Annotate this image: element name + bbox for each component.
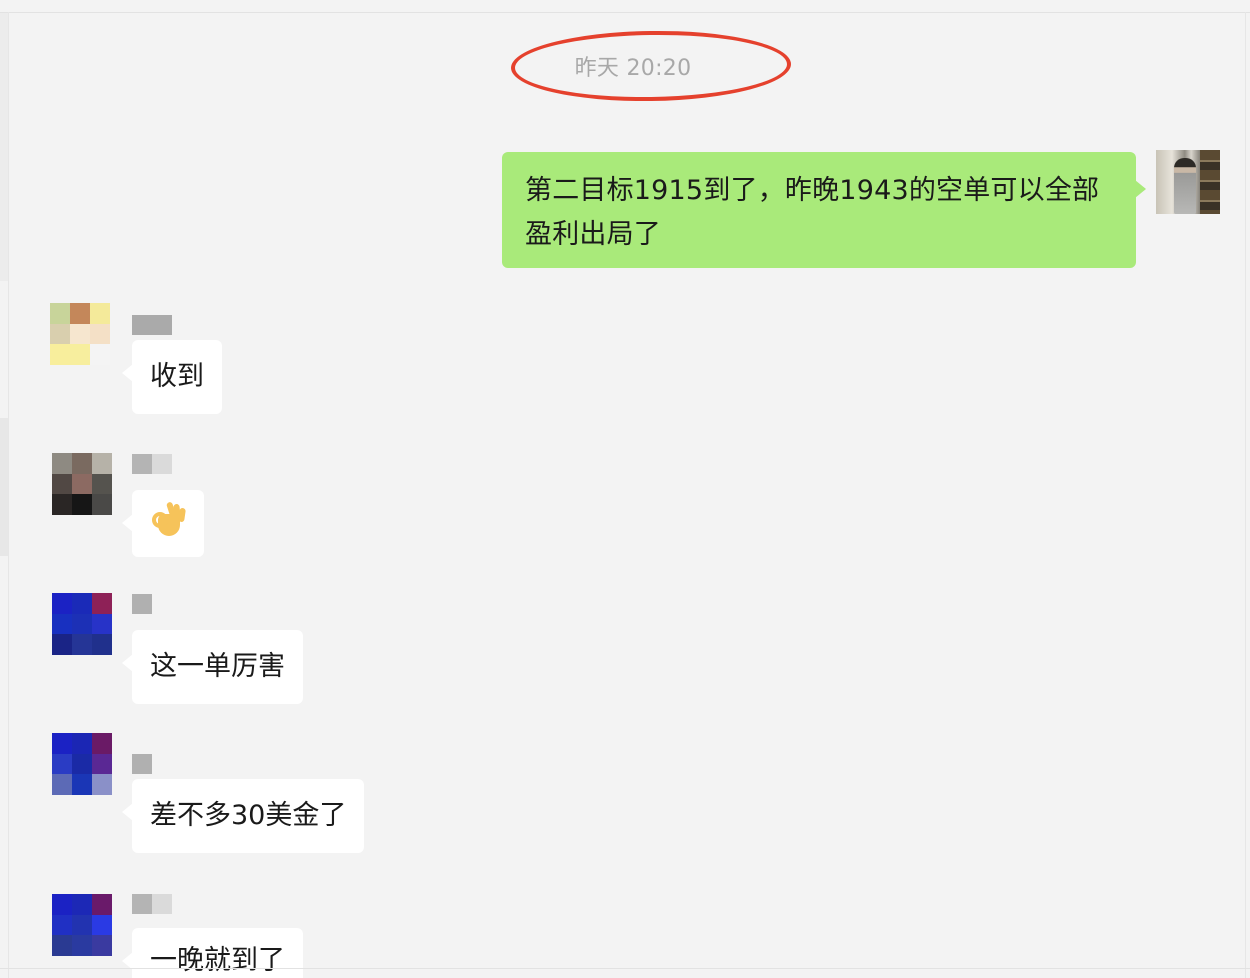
sender-nickname-redacted bbox=[132, 594, 152, 614]
message-text-line: 盈利出局了 bbox=[525, 219, 661, 250]
message-bubble[interactable]: 一晚就到了 bbox=[122, 928, 303, 978]
chat-window: 昨天 20:20 第二目标1915到了，昨晚1943的空单可以全部 盈利出局了 … bbox=[0, 0, 1250, 978]
sender-nickname-redacted bbox=[132, 754, 152, 774]
self-avatar[interactable] bbox=[1156, 150, 1220, 214]
avatar-person-figure bbox=[1174, 158, 1196, 214]
avatar[interactable] bbox=[52, 894, 112, 956]
message-bubble-self[interactable]: 第二目标1915到了，昨晚1943的空单可以全部 盈利出局了 bbox=[502, 152, 1146, 268]
bubble-tail bbox=[122, 514, 133, 532]
bubble-tail bbox=[122, 654, 133, 672]
left-pane-edge-lower bbox=[0, 418, 8, 556]
bubble-tail bbox=[122, 364, 133, 382]
avatar[interactable] bbox=[52, 593, 112, 655]
ok-hand-finger bbox=[178, 507, 186, 523]
bottom-divider bbox=[0, 968, 1250, 969]
bubble-tail bbox=[1135, 180, 1146, 198]
ok-hand-emoji bbox=[150, 501, 186, 538]
sender-nickname-redacted bbox=[132, 315, 172, 335]
avatar-background-shelf bbox=[1200, 150, 1220, 214]
top-divider bbox=[0, 12, 1250, 13]
message-bubble[interactable]: 差不多30美金了 bbox=[122, 779, 365, 853]
ok-hand-ring bbox=[152, 512, 168, 528]
bubble-tail bbox=[122, 803, 133, 821]
message-bubble[interactable]: 收到 bbox=[122, 340, 222, 414]
red-ellipse-highlight bbox=[510, 29, 792, 103]
message-text: 一晚就到了 bbox=[150, 945, 285, 976]
message-text: 收到 bbox=[150, 361, 204, 392]
message-bubble[interactable]: 这一单厉害 bbox=[122, 630, 303, 704]
avatar[interactable] bbox=[52, 733, 112, 795]
avatar[interactable] bbox=[50, 303, 110, 365]
avatar[interactable] bbox=[52, 453, 112, 515]
message-text: 差不多30美金了 bbox=[150, 800, 347, 831]
sender-nickname-redacted bbox=[132, 454, 172, 474]
message-bubble[interactable] bbox=[122, 490, 204, 557]
message-text-line: 第二目标1915到了，昨晚1943的空单可以全部 bbox=[525, 175, 1100, 206]
right-divider bbox=[1245, 12, 1246, 978]
message-text: 这一单厉害 bbox=[150, 651, 285, 682]
left-divider bbox=[8, 12, 9, 978]
sender-nickname-redacted bbox=[132, 894, 172, 914]
